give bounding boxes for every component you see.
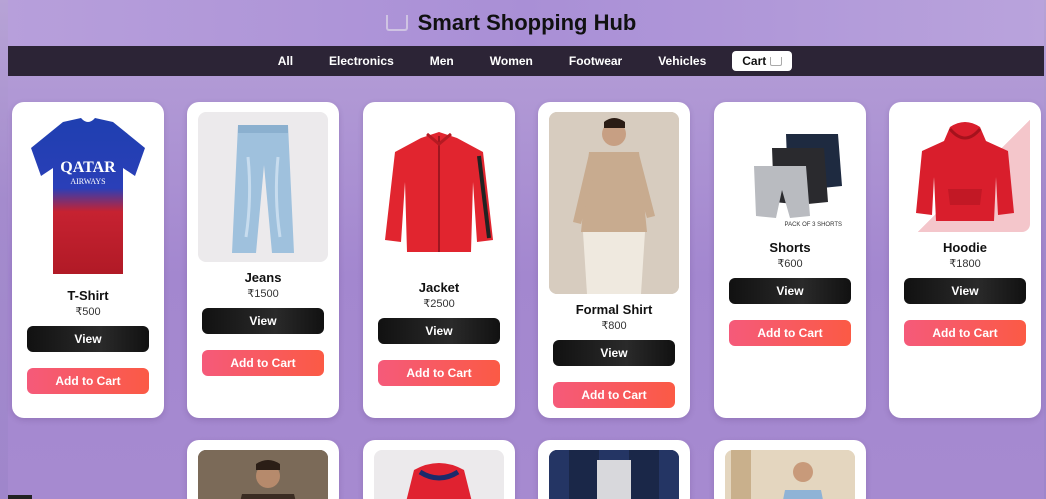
product-name: Jeans xyxy=(244,270,282,285)
corner-marker xyxy=(8,495,32,499)
product-card-tshirt: QATAR AIRWAYS T-Shirt ₹500 View Add to C… xyxy=(12,102,164,418)
product-price: ₹600 xyxy=(777,258,803,270)
hoodie-image xyxy=(900,112,1030,232)
product-card-shorts: PACK OF 3 SHORTS Shorts ₹600 View Add to… xyxy=(714,102,866,418)
page-title: Smart Shopping Hub xyxy=(385,10,637,36)
nav-women[interactable]: Women xyxy=(472,54,551,68)
product-card-formal-shirt: Formal Shirt ₹800 View Add to Cart xyxy=(538,102,690,418)
product-card-row2-4 xyxy=(714,440,866,499)
product-card-jeans: Jeans ₹1500 View Add to Cart xyxy=(187,102,339,418)
add-to-cart-button[interactable]: Add to Cart xyxy=(729,320,851,346)
jeans-image xyxy=(198,112,328,262)
product-price: ₹1500 xyxy=(247,288,279,300)
nav-footwear[interactable]: Footwear xyxy=(551,54,640,68)
product-card-row2-1 xyxy=(187,440,339,499)
shorts-image: PACK OF 3 SHORTS xyxy=(725,114,855,232)
shopping-cart-icon xyxy=(385,15,408,31)
header: Smart Shopping Hub xyxy=(8,0,1044,46)
cart-icon xyxy=(770,56,783,66)
jacket-image xyxy=(374,112,504,272)
add-to-cart-button[interactable]: Add to Cart xyxy=(202,350,324,376)
tshirt-print-sub: AIRWAYS xyxy=(70,177,105,186)
category-nav: All Electronics Men Women Footwear Vehic… xyxy=(8,46,1044,76)
product-price: ₹1800 xyxy=(949,258,981,270)
product-card-row2-2 xyxy=(363,440,515,499)
product-name: Jacket xyxy=(418,280,460,295)
product-image xyxy=(725,450,855,499)
add-to-cart-button[interactable]: Add to Cart xyxy=(378,360,500,386)
page-title-text: Smart Shopping Hub xyxy=(417,10,637,35)
product-image xyxy=(549,450,679,499)
product-price: ₹2500 xyxy=(423,298,455,310)
product-image xyxy=(198,450,328,499)
product-name: T-Shirt xyxy=(67,288,109,303)
view-button[interactable]: View xyxy=(553,340,675,366)
nav-electronics[interactable]: Electronics xyxy=(311,54,412,68)
add-to-cart-button[interactable]: Add to Cart xyxy=(553,382,675,408)
shorts-pack-caption: PACK OF 3 SHORTS xyxy=(785,222,842,228)
view-button[interactable]: View xyxy=(729,278,851,304)
add-to-cart-button[interactable]: Add to Cart xyxy=(27,368,149,394)
nav-men[interactable]: Men xyxy=(412,54,472,68)
product-card-hoodie: Hoodie ₹1800 View Add to Cart xyxy=(889,102,1041,418)
cart-button[interactable]: Cart xyxy=(732,51,793,71)
nav-all[interactable]: All xyxy=(260,54,311,68)
product-price: ₹500 xyxy=(75,306,101,318)
tshirt-image: QATAR AIRWAYS xyxy=(20,112,156,280)
formal-shirt-image xyxy=(549,112,679,294)
view-button[interactable]: View xyxy=(904,278,1026,304)
view-button[interactable]: View xyxy=(27,326,149,352)
cart-button-label: Cart xyxy=(742,54,767,68)
tshirt-print-brand: QATAR xyxy=(60,159,116,176)
product-name: Shorts xyxy=(769,240,811,255)
product-price: ₹800 xyxy=(601,320,627,332)
view-button[interactable]: View xyxy=(378,318,500,344)
view-button[interactable]: View xyxy=(202,308,324,334)
add-to-cart-button[interactable]: Add to Cart xyxy=(904,320,1026,346)
product-name: Hoodie xyxy=(942,240,988,255)
product-card-jacket: Jacket ₹2500 View Add to Cart xyxy=(363,102,515,418)
nav-vehicles[interactable]: Vehicles xyxy=(640,54,724,68)
product-card-row2-3 xyxy=(538,440,690,499)
product-image xyxy=(374,450,504,499)
product-name: Formal Shirt xyxy=(575,302,653,317)
